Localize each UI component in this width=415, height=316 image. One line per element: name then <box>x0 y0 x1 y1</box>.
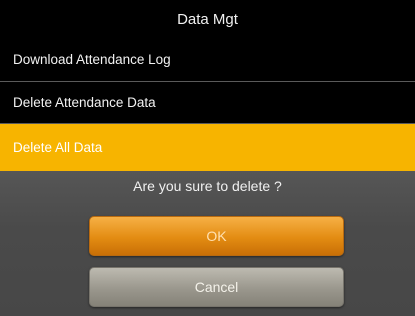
menu-item-label: Delete Attendance Data <box>13 95 156 110</box>
dialog-message: Are you sure to delete ? <box>0 171 415 201</box>
ok-button[interactable]: OK <box>89 216 344 256</box>
page-title: Data Mgt <box>0 0 415 38</box>
ok-button-label: OK <box>206 228 227 244</box>
menu-list: Download Attendance Log Delete Attendanc… <box>0 38 415 171</box>
menu-item-delete-attendance-data[interactable]: Delete Attendance Data <box>0 82 415 124</box>
device-screen: Data Mgt Download Attendance Log Delete … <box>0 0 415 316</box>
menu-item-label: Download Attendance Log <box>13 52 171 67</box>
page-title-text: Data Mgt <box>177 10 238 28</box>
menu-item-label: Delete All Data <box>13 140 103 155</box>
cancel-button[interactable]: Cancel <box>89 267 344 307</box>
menu-item-delete-all-data[interactable]: Delete All Data <box>0 124 415 171</box>
dialog-message-text: Are you sure to delete ? <box>133 178 282 194</box>
confirm-dialog: Are you sure to delete ? OK Cancel <box>0 171 415 316</box>
menu-item-download-attendance-log[interactable]: Download Attendance Log <box>0 38 415 82</box>
cancel-button-label: Cancel <box>194 279 239 295</box>
